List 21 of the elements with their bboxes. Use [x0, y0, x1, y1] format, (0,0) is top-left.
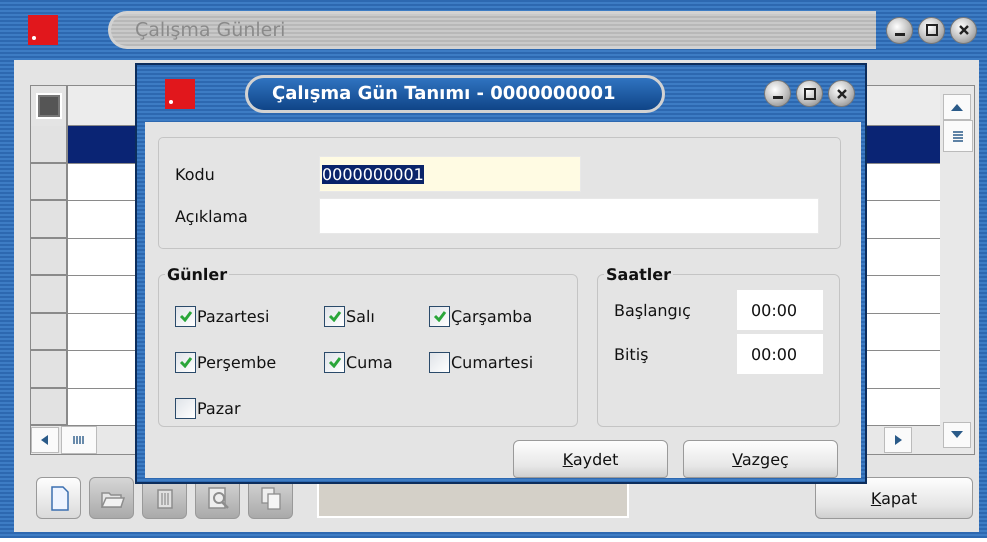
field-label: Başlangıç	[614, 300, 691, 320]
field-label: Açıklama	[175, 206, 249, 226]
close-button[interactable]: Kapat	[815, 477, 973, 519]
group-title: Günler	[166, 265, 228, 284]
field-label: Kodu	[175, 164, 216, 184]
window-title: Çalışma Gün Tanımı - 0000000001	[245, 74, 665, 112]
checkbox-label[interactable]: Pazartesi	[197, 306, 270, 326]
checkbox-label[interactable]: Cuma	[346, 352, 393, 372]
group-title: Saatler	[605, 265, 672, 284]
checkbox-label[interactable]: Salı	[346, 306, 375, 326]
time-field[interactable]: 00:00	[737, 290, 823, 330]
save-button[interactable]: Kaydet	[513, 440, 668, 478]
checkbox-label[interactable]: Perşembe	[197, 352, 276, 372]
window-title: Çalışma Günleri	[108, 11, 876, 49]
checkbox-label[interactable]: Çarşamba	[451, 306, 532, 326]
input-field[interactable]: 0000000001	[319, 156, 581, 192]
cancel-button[interactable]: Vazgeç	[683, 440, 838, 478]
field-label: Bitiş	[614, 344, 648, 364]
checkbox-label[interactable]: Cumartesi	[451, 352, 534, 372]
time-field[interactable]: 00:00	[737, 334, 823, 374]
checkbox-label[interactable]: Pazar	[197, 398, 241, 418]
